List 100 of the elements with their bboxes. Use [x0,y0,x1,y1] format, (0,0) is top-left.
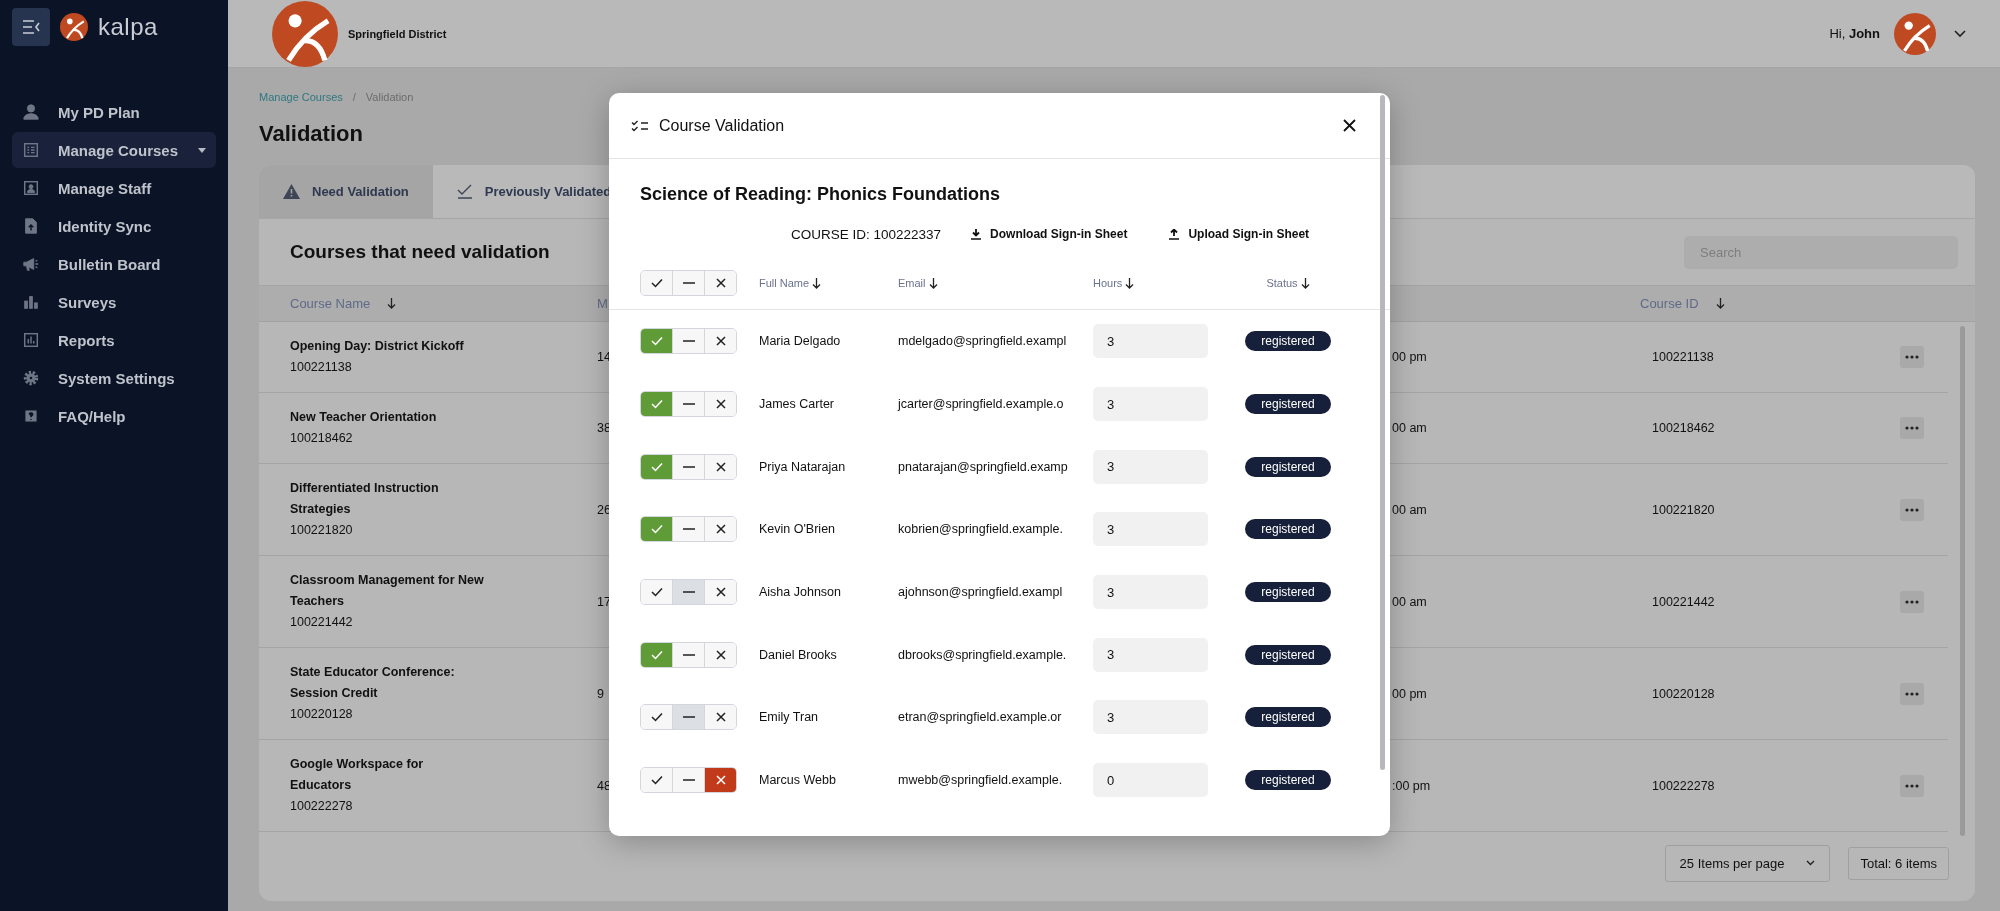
table-cell-text: 00 am [1392,502,1428,517]
attendee-email: mwebb@springfield.example. [898,773,1064,788]
segment-button[interactable] [641,580,672,605]
check-icon [650,649,663,660]
tab[interactable]: Previously Validated [432,165,636,218]
segment-button[interactable] [672,580,704,605]
warning-icon [283,184,300,199]
segment-button[interactable] [641,768,672,793]
upload-button[interactable]: Upload Sign-in Sheet [1169,227,1310,241]
attendee-email: mdelgado@springfield.exampl [898,334,1068,349]
table-cell-text: 100222278 [1651,778,1716,793]
segment-button[interactable] [704,580,736,605]
attendee-name: Kevin O'Brien [759,522,837,537]
hours-field[interactable]: 3 [1093,512,1208,547]
segment-button[interactable] [704,271,736,295]
course-id: COURSE ID: 100222337 [791,226,942,242]
nav-item[interactable]: Bulletin Board [12,246,216,282]
column-header[interactable]: Full Name [759,276,898,290]
menu-toggle-button[interactable] [12,8,50,46]
close-icon [715,461,726,472]
more-button[interactable] [1900,774,1924,797]
check-icon [456,184,473,199]
scrollbar[interactable] [1380,95,1385,770]
nav-item[interactable]: My PD Plan [12,94,216,130]
minus-icon [682,591,695,594]
close-icon [715,399,726,410]
check-icon [650,336,663,347]
segment-button[interactable] [672,642,704,667]
column-header[interactable]: Status [1245,276,1331,290]
hours-field[interactable]: 0 [1093,763,1208,798]
more-button[interactable] [1900,417,1924,439]
segment-button[interactable] [672,517,704,542]
segment-button[interactable] [672,329,704,354]
minus-icon [682,716,695,719]
report-icon [22,331,40,349]
more-button[interactable] [1900,590,1924,613]
segment-button[interactable] [672,454,704,479]
nav-item[interactable]: System Settings [12,360,216,396]
segment-button[interactable] [672,271,704,295]
hours-field[interactable]: 3 [1093,324,1208,359]
nav-item[interactable]: Identity Sync [12,208,216,244]
nav-item[interactable]: FAQ/Help [12,398,216,434]
nav-item[interactable]: Manage Courses [12,132,216,168]
more-button[interactable] [1900,498,1924,521]
more-button[interactable] [1900,346,1924,368]
table-cell-text: 100221138 [1651,350,1715,364]
tab[interactable]: Need Validation [259,165,433,218]
avatar-icon [1894,12,1936,55]
segment-button[interactable] [704,454,736,479]
sort-arrow-icon [928,278,938,290]
menu-icon [22,20,40,34]
segment-button[interactable] [672,705,704,730]
segment-button[interactable] [704,392,736,417]
nav-item[interactable]: Reports [12,322,216,358]
close-icon [715,587,726,598]
scrollbar[interactable] [1960,326,1965,836]
segment-button[interactable] [704,642,736,667]
segment-button[interactable] [704,329,736,354]
segment-button[interactable] [641,271,672,295]
course-title: Science of Reading: Phonics Foundations [640,183,1002,205]
status-badge: registered [1245,582,1331,603]
segment-button[interactable] [672,392,704,417]
status-badge: registered [1245,644,1331,665]
sort-arrow-icon [1125,278,1135,290]
check-icon [650,712,663,723]
hours-field[interactable]: 3 [1093,387,1208,422]
hours-field[interactable]: 3 [1093,449,1208,484]
attendee-email: dbrooks@springfield.example. [898,647,1068,662]
minus-icon [682,282,695,284]
minus-icon [682,528,695,531]
segment-button[interactable] [704,517,736,542]
table-cell-text: 100218462 [1651,421,1716,435]
segment-button[interactable] [704,705,736,730]
nav-item[interactable]: Manage Staff [12,170,216,206]
segment-button[interactable] [704,768,736,793]
hours-field[interactable]: 3 [1093,700,1208,735]
hours-field[interactable]: 3 [1093,637,1208,672]
column-header[interactable]: Hours [1093,276,1245,290]
per-page-dropdown[interactable]: 25 Items per page [1664,844,1831,882]
status-badge: registered [1245,456,1331,477]
course-number: 100222278 [290,798,354,815]
check-icon [650,278,663,288]
more-button[interactable] [1900,682,1924,705]
segment-button[interactable] [641,705,672,730]
attendee-name: Daniel Brooks [759,647,838,662]
table-cell-text: 00 pm [1392,350,1428,364]
checklist-icon [631,119,649,132]
brand-name: kalpa [98,13,158,41]
attendee-email: pnatarajan@springfield.examp [898,459,1069,474]
nav-item[interactable]: Surveys [12,284,216,320]
check-icon [650,587,663,598]
chevron-down-icon[interactable] [1954,29,1966,38]
segment-button[interactable] [672,768,704,793]
breadcrumb-separator: / [352,91,356,103]
download-button[interactable]: Download Sign-in Sheet [971,227,1128,241]
megaphone-icon [22,255,40,273]
column-header[interactable]: Email [898,276,1093,290]
hours-field[interactable]: 3 [1093,575,1208,610]
file-upload-icon [22,217,40,235]
page-title: Validation [259,121,363,147]
